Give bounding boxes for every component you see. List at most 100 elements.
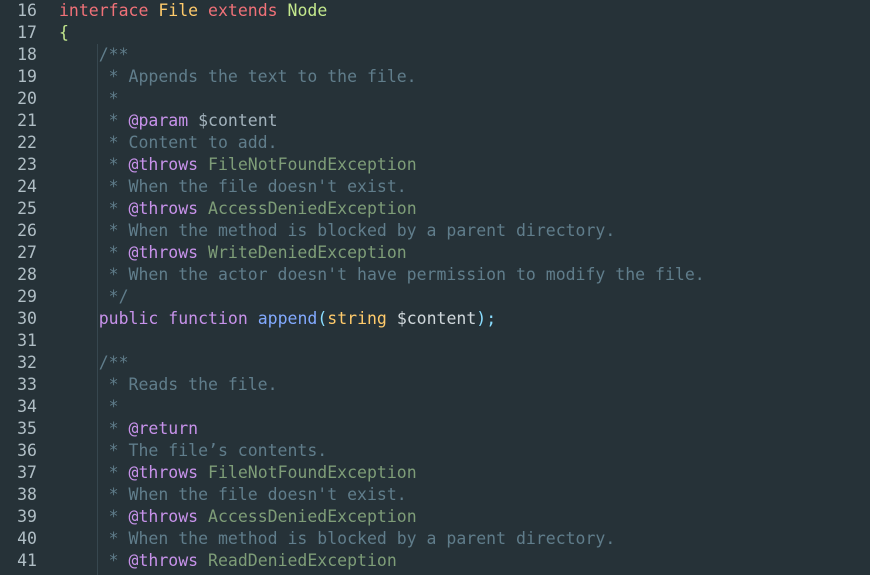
line-number: 40 — [17, 529, 37, 548]
line-number: 29 — [17, 287, 37, 306]
code-text: * @param $content — [59, 110, 278, 132]
code-text: * Reads the file. — [59, 374, 278, 396]
code-text: */ — [59, 286, 129, 308]
code-text: * — [59, 396, 119, 418]
code-token: string — [327, 309, 387, 328]
code-line[interactable]: 36 * The file’s contents. — [0, 440, 870, 462]
code-token: @return — [128, 419, 199, 438]
code-token: * — [59, 243, 129, 262]
code-token: ) — [476, 309, 487, 328]
line-number: 20 — [17, 89, 37, 108]
code-text: * @throws AccessDeniedException — [59, 506, 417, 528]
code-line[interactable]: 24 * When the file doesn't exist. — [0, 176, 870, 198]
code-token: * — [59, 111, 129, 130]
line-number: 26 — [17, 221, 37, 240]
code-token: * — [59, 419, 129, 438]
line-number: 24 — [17, 177, 37, 196]
code-line[interactable]: 29 */ — [0, 286, 870, 308]
code-token: AccessDeniedException — [198, 507, 417, 526]
code-token: FileNotFoundException — [198, 155, 417, 174]
code-line[interactable]: 39 * @throws AccessDeniedException — [0, 506, 870, 528]
code-token: $content — [188, 111, 278, 130]
code-token: ( — [317, 309, 328, 328]
code-line[interactable]: 18 /** — [0, 44, 870, 66]
code-text: * @throws FileNotFoundException — [59, 154, 417, 176]
code-text: * When the method is blocked by a parent… — [59, 220, 616, 242]
code-token: * Appends the text to the file. — [59, 67, 417, 86]
code-token: File — [158, 1, 199, 20]
code-text: * @throws WriteDeniedException — [59, 242, 407, 264]
line-number: 36 — [17, 441, 37, 460]
code-text: * @throws AccessDeniedException — [59, 198, 417, 220]
line-number: 16 — [17, 1, 37, 20]
code-token: public — [98, 309, 159, 328]
code-token: * — [59, 507, 129, 526]
code-token: * When the method is blocked by a parent… — [59, 529, 616, 548]
code-line[interactable]: 27 * @throws WriteDeniedException — [0, 242, 870, 264]
code-line[interactable]: 37 * @throws FileNotFoundException — [0, 462, 870, 484]
code-line[interactable]: 34 * — [0, 396, 870, 418]
code-text: /** — [59, 352, 129, 374]
code-line[interactable]: 41 * @throws ReadDeniedException — [0, 550, 870, 572]
code-text: * @throws FileNotFoundException — [59, 462, 417, 484]
code-line[interactable]: 21 * @param $content — [0, 110, 870, 132]
code-text: * When the file doesn't exist. — [59, 176, 407, 198]
code-token: * When the actor doesn't have permission… — [59, 265, 705, 284]
code-token: * Reads the file. — [59, 375, 278, 394]
code-line[interactable]: 35 * @return — [0, 418, 870, 440]
code-line[interactable]: 38 * When the file doesn't exist. — [0, 484, 870, 506]
code-line[interactable]: 17 { — [0, 22, 870, 44]
code-text: * When the file doesn't exist. — [59, 484, 407, 506]
line-number: 25 — [17, 199, 37, 218]
code-token: extends — [208, 1, 278, 20]
code-token: * — [59, 89, 119, 108]
code-text: * Appends the text to the file. — [59, 66, 417, 88]
code-token: WriteDeniedException — [198, 243, 407, 262]
code-token: ; — [486, 309, 497, 328]
code-line[interactable]: 31 — [0, 330, 870, 352]
line-number: 33 — [17, 375, 37, 394]
code-line[interactable]: 32 /** — [0, 352, 870, 374]
code-line[interactable]: 40 * When the method is blocked by a par… — [0, 528, 870, 550]
code-text: * The file’s contents. — [59, 440, 328, 462]
code-line[interactable]: 16 interface File extends Node — [0, 0, 870, 22]
code-token: $content — [396, 309, 477, 328]
code-token: interface — [59, 1, 149, 20]
code-token: * — [59, 551, 129, 570]
code-line[interactable]: 20 * — [0, 88, 870, 110]
code-token: * — [59, 397, 119, 416]
code-text: /** — [59, 44, 129, 66]
code-text: * When the method is blocked by a parent… — [59, 528, 616, 550]
code-token: * — [59, 155, 129, 174]
code-token: Node — [287, 1, 328, 20]
code-token: function — [168, 309, 248, 328]
code-text: * — [59, 88, 119, 110]
code-token: ReadDeniedException — [198, 551, 397, 570]
line-number: 23 — [17, 155, 37, 174]
code-line[interactable]: 33 * Reads the file. — [0, 374, 870, 396]
code-line[interactable]: 19 * Appends the text to the file. — [0, 66, 870, 88]
code-line[interactable]: 26 * When the method is blocked by a par… — [0, 220, 870, 242]
code-line[interactable]: 23 * @throws FileNotFoundException — [0, 154, 870, 176]
code-line[interactable]: 25 * @throws AccessDeniedException — [0, 198, 870, 220]
code-text: { — [59, 22, 69, 44]
code-line[interactable]: 28 * When the actor doesn't have permiss… — [0, 264, 870, 286]
line-number: 21 — [17, 111, 37, 130]
code-text: * @throws ReadDeniedException — [59, 550, 397, 572]
line-number: 19 — [17, 67, 37, 86]
line-number: 38 — [17, 485, 37, 504]
code-line[interactable]: 22 * Content to add. — [0, 132, 870, 154]
line-number: 39 — [17, 507, 37, 526]
line-number: 31 — [17, 331, 37, 350]
code-token: * When the file doesn't exist. — [59, 485, 407, 504]
code-token: * When the method is blocked by a parent… — [59, 221, 616, 240]
code-editor[interactable]: 16 interface File extends Node 17{18 /** 19… — [0, 0, 870, 575]
code-token: * The file’s contents. — [59, 441, 328, 460]
code-line[interactable]: 30 public function append(string $conten… — [0, 308, 870, 330]
line-number: 34 — [17, 397, 37, 416]
code-token: append — [257, 309, 318, 328]
